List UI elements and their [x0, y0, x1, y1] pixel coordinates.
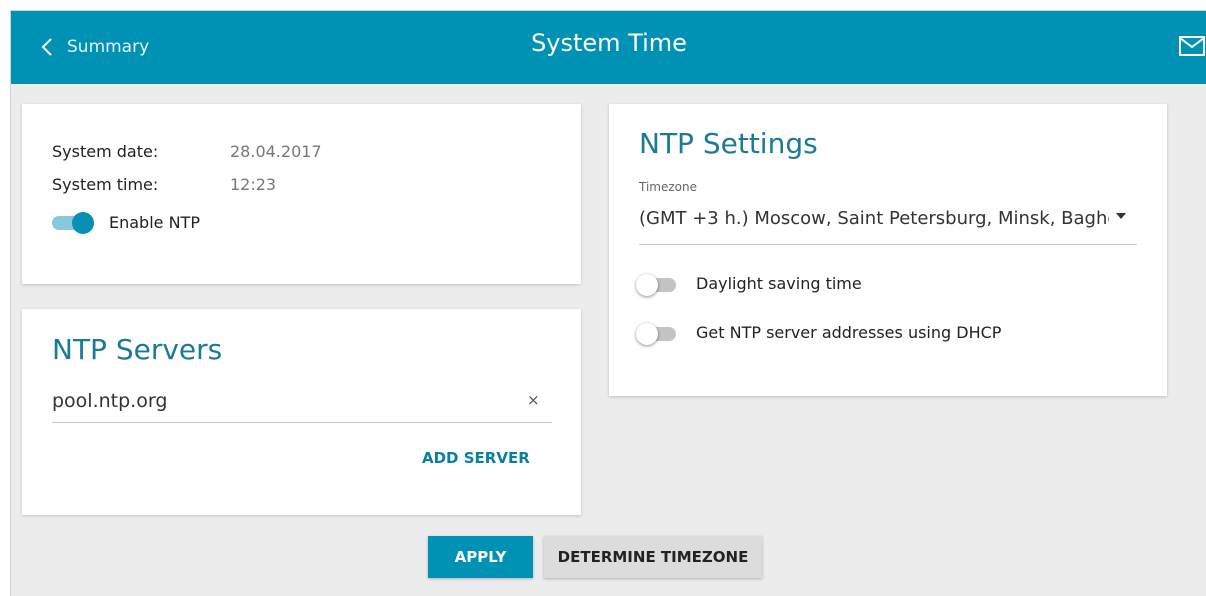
system-date-value: 28.04.2017 [230, 142, 322, 161]
top-bar: Summary System Time [11, 11, 1206, 84]
system-date-row: System date: 28.04.2017 [52, 142, 322, 161]
server-underline [52, 422, 552, 423]
system-date-label: System date: [52, 142, 159, 161]
timezone-underline [639, 244, 1137, 245]
daylight-saving-toggle[interactable] [636, 274, 678, 296]
dhcp-ntp-toggle[interactable] [636, 323, 678, 345]
enable-ntp-toggle[interactable] [52, 212, 94, 234]
system-time-value: 12:23 [230, 175, 277, 194]
page-title: System Time [531, 29, 687, 57]
mail-icon[interactable] [1179, 35, 1205, 57]
toggle-knob [636, 323, 658, 345]
server-entry[interactable]: pool.ntp.org [52, 390, 167, 412]
timezone-label: Timezone [639, 180, 697, 194]
page-frame: Summary System Time System date: 28.04.2… [10, 10, 1206, 596]
toggle-knob [72, 212, 94, 234]
ntp-servers-card: NTP Servers pool.ntp.org × ADD SERVER [22, 309, 581, 515]
dhcp-ntp-label: Get NTP server addresses using DHCP [696, 323, 1002, 342]
ntp-settings-card: NTP Settings Timezone (GMT +3 h.) Moscow… [609, 104, 1167, 396]
system-info-card: System date: 28.04.2017 System time: 12:… [22, 104, 581, 284]
ntp-settings-title: NTP Settings [639, 127, 818, 160]
toggle-knob [636, 274, 658, 296]
system-time-label: System time: [52, 175, 159, 194]
system-time-row: System time: 12:23 [52, 175, 276, 194]
caret-down-icon[interactable] [1115, 210, 1127, 222]
daylight-saving-label: Daylight saving time [696, 274, 862, 293]
apply-button[interactable]: APPLY [428, 536, 533, 578]
ntp-servers-title: NTP Servers [52, 333, 223, 366]
timezone-select[interactable]: (GMT +3 h.) Moscow, Saint Petersburg, Mi… [639, 208, 1109, 229]
remove-server-button[interactable]: × [527, 391, 540, 409]
determine-timezone-button[interactable]: DETERMINE TIMEZONE [544, 536, 762, 578]
enable-ntp-label: Enable NTP [109, 213, 200, 232]
add-server-button[interactable]: ADD SERVER [422, 449, 530, 467]
